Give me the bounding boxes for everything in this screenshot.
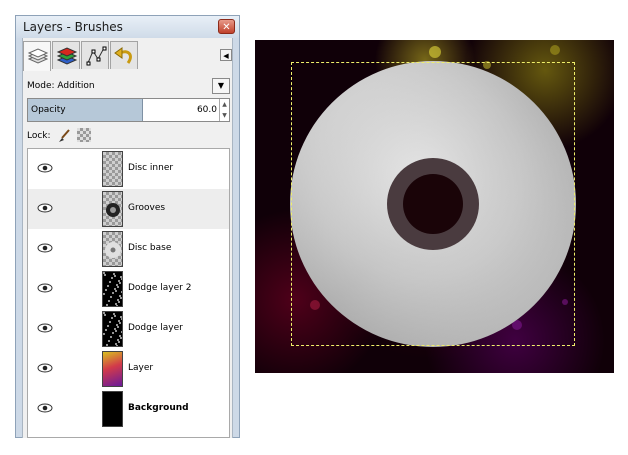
- mode-dropdown[interactable]: ▼: [212, 78, 230, 94]
- tab-layers[interactable]: [23, 41, 51, 71]
- visibility-eye-icon[interactable]: [37, 363, 53, 373]
- lock-pixels-icon[interactable]: [56, 128, 72, 144]
- visibility-eye-icon[interactable]: [37, 203, 53, 213]
- opacity-spinner[interactable]: ▲ ▼: [219, 99, 229, 121]
- tab-undo-history[interactable]: [110, 41, 138, 69]
- dialog-body: ◀ Mode: Addition ▼ Opacity 60.0 ▲ ▼ Lock:…: [22, 38, 233, 438]
- layer-thumbnail: [102, 191, 123, 227]
- layers-icon: [27, 48, 49, 64]
- layer-thumbnail: [102, 231, 123, 267]
- layer-row[interactable]: Dodge layer 2: [28, 269, 229, 309]
- layer-row[interactable]: Disc base: [28, 229, 229, 269]
- lock-label: Lock:: [27, 131, 51, 141]
- visibility-eye-icon[interactable]: [37, 403, 53, 413]
- layer-row[interactable]: Disc inner: [28, 149, 229, 189]
- layer-thumbnail: [102, 351, 123, 387]
- visibility-eye-icon[interactable]: [37, 163, 53, 173]
- lock-row: Lock:: [27, 128, 147, 144]
- visibility-eye-icon[interactable]: [37, 283, 53, 293]
- paths-icon: [86, 46, 107, 66]
- dock-tabs: ◀: [23, 41, 234, 71]
- lock-alpha-icon[interactable]: [77, 128, 91, 142]
- layer-thumbnail: [102, 391, 123, 427]
- window-title: Layers - Brushes: [23, 20, 123, 34]
- layer-row[interactable]: Background: [28, 389, 229, 429]
- mode-row: Mode: Addition ▼: [27, 78, 230, 94]
- mode-label: Mode: Addition: [27, 81, 95, 91]
- tab-paths[interactable]: [81, 41, 109, 69]
- tab-channels[interactable]: [52, 41, 80, 69]
- opacity-label: Opacity: [31, 105, 66, 115]
- layer-row[interactable]: Layer: [28, 349, 229, 389]
- layer-thumbnail: [102, 311, 123, 347]
- selection-marquee: [291, 62, 575, 346]
- layer-name[interactable]: Grooves: [128, 203, 165, 213]
- visibility-eye-icon[interactable]: [37, 323, 53, 333]
- title-bar[interactable]: Layers - Brushes ✕: [16, 16, 239, 38]
- tab-menu-button[interactable]: ◀: [220, 49, 232, 61]
- undo-icon: [114, 47, 132, 64]
- layer-row[interactable]: Dodge layer: [28, 309, 229, 349]
- layers-dialog: Layers - Brushes ✕ ◀ Mode: Addition ▼ Op…: [15, 15, 240, 438]
- layer-name[interactable]: Layer: [128, 363, 153, 373]
- opacity-slider[interactable]: Opacity 60.0 ▲ ▼: [27, 98, 230, 122]
- layer-name[interactable]: Background: [128, 403, 189, 413]
- layer-row[interactable]: Grooves: [28, 189, 229, 229]
- layer-name[interactable]: Dodge layer: [128, 323, 183, 333]
- visibility-eye-icon[interactable]: [37, 243, 53, 253]
- layers-list: Disc inner Grooves Disc base Dodge layer 2 D…: [27, 148, 230, 438]
- layer-thumbnail: [102, 151, 123, 187]
- layer-thumbnail: [102, 271, 123, 307]
- layer-name[interactable]: Dodge layer 2: [128, 283, 191, 293]
- close-button[interactable]: ✕: [218, 19, 235, 34]
- layer-name[interactable]: Disc base: [128, 243, 171, 253]
- opacity-value: 60.0: [196, 105, 217, 115]
- layer-name[interactable]: Disc inner: [128, 163, 173, 173]
- image-canvas[interactable]: [255, 40, 614, 373]
- channels-icon: [56, 47, 78, 65]
